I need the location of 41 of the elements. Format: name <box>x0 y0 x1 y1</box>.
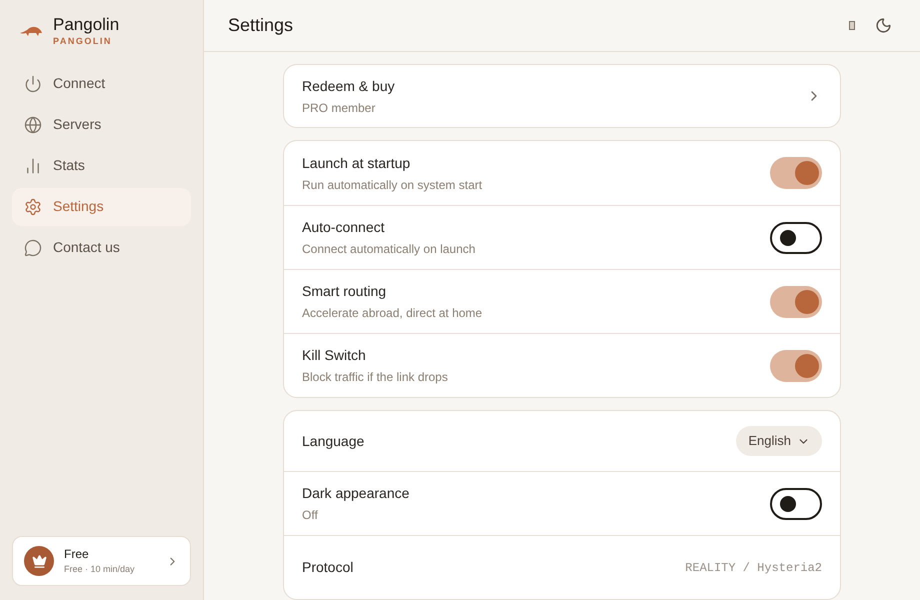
setting-label: Language <box>302 432 364 451</box>
nav-item[interactable]: Stats <box>12 146 191 185</box>
plan-card[interactable]: Free Free · 10 min/day <box>12 536 191 586</box>
setting-label: Auto-connect <box>302 218 386 237</box>
setting-description: PRO member <box>302 100 376 116</box>
toggle-switch[interactable] <box>770 350 822 382</box>
setting-label: Redeem & buy <box>302 76 395 96</box>
plan-subtitle: Free · 10 min/day <box>64 563 135 576</box>
toggle-switch[interactable] <box>770 488 822 520</box>
toggle-switch[interactable] <box>770 286 822 318</box>
nav-item[interactable]: Settings <box>12 188 191 226</box>
bar-chart-icon <box>24 156 42 175</box>
crown-icon <box>32 554 46 568</box>
nav-item[interactable]: Contact us <box>12 228 191 267</box>
globe-icon <box>24 116 42 134</box>
toggle-switch[interactable] <box>770 222 822 254</box>
app-name: Pangolin <box>53 14 120 36</box>
setting-description: Accelerate abroad, direct at home <box>302 305 482 322</box>
nav-item[interactable]: Connect <box>12 64 191 103</box>
setting-description: Connect automatically on launch <box>302 241 476 258</box>
toggle-switch[interactable] <box>770 157 822 189</box>
setting-description: Block traffic if the link drops <box>302 369 448 386</box>
setting-label: Dark appearance <box>302 484 410 503</box>
setting-description: Run automatically on system start <box>302 176 482 194</box>
missing-glyph-icon[interactable] <box>849 21 855 30</box>
nav-item[interactable]: Servers <box>12 106 191 144</box>
page-title: Settings <box>228 14 294 37</box>
settings-icon <box>24 198 42 216</box>
setting-label: Kill Switch <box>302 346 367 365</box>
app-tagline: PANGOLIN <box>53 35 113 48</box>
power-icon <box>24 74 42 93</box>
setting-label: Launch at startup <box>302 154 412 173</box>
setting-label: Smart routing <box>302 282 388 301</box>
plan-title: Free <box>64 546 89 564</box>
setting-description: Off <box>302 507 319 524</box>
pangolin-logo-icon <box>19 24 43 38</box>
language-dropdown[interactable]: English <box>736 426 822 456</box>
setting-label: Protocol <box>302 558 354 577</box>
protocol-value: REALITY / Hysteria2 <box>685 560 822 576</box>
theme-toggle-icon[interactable] <box>875 17 892 34</box>
chat-bubble-icon <box>24 238 42 257</box>
